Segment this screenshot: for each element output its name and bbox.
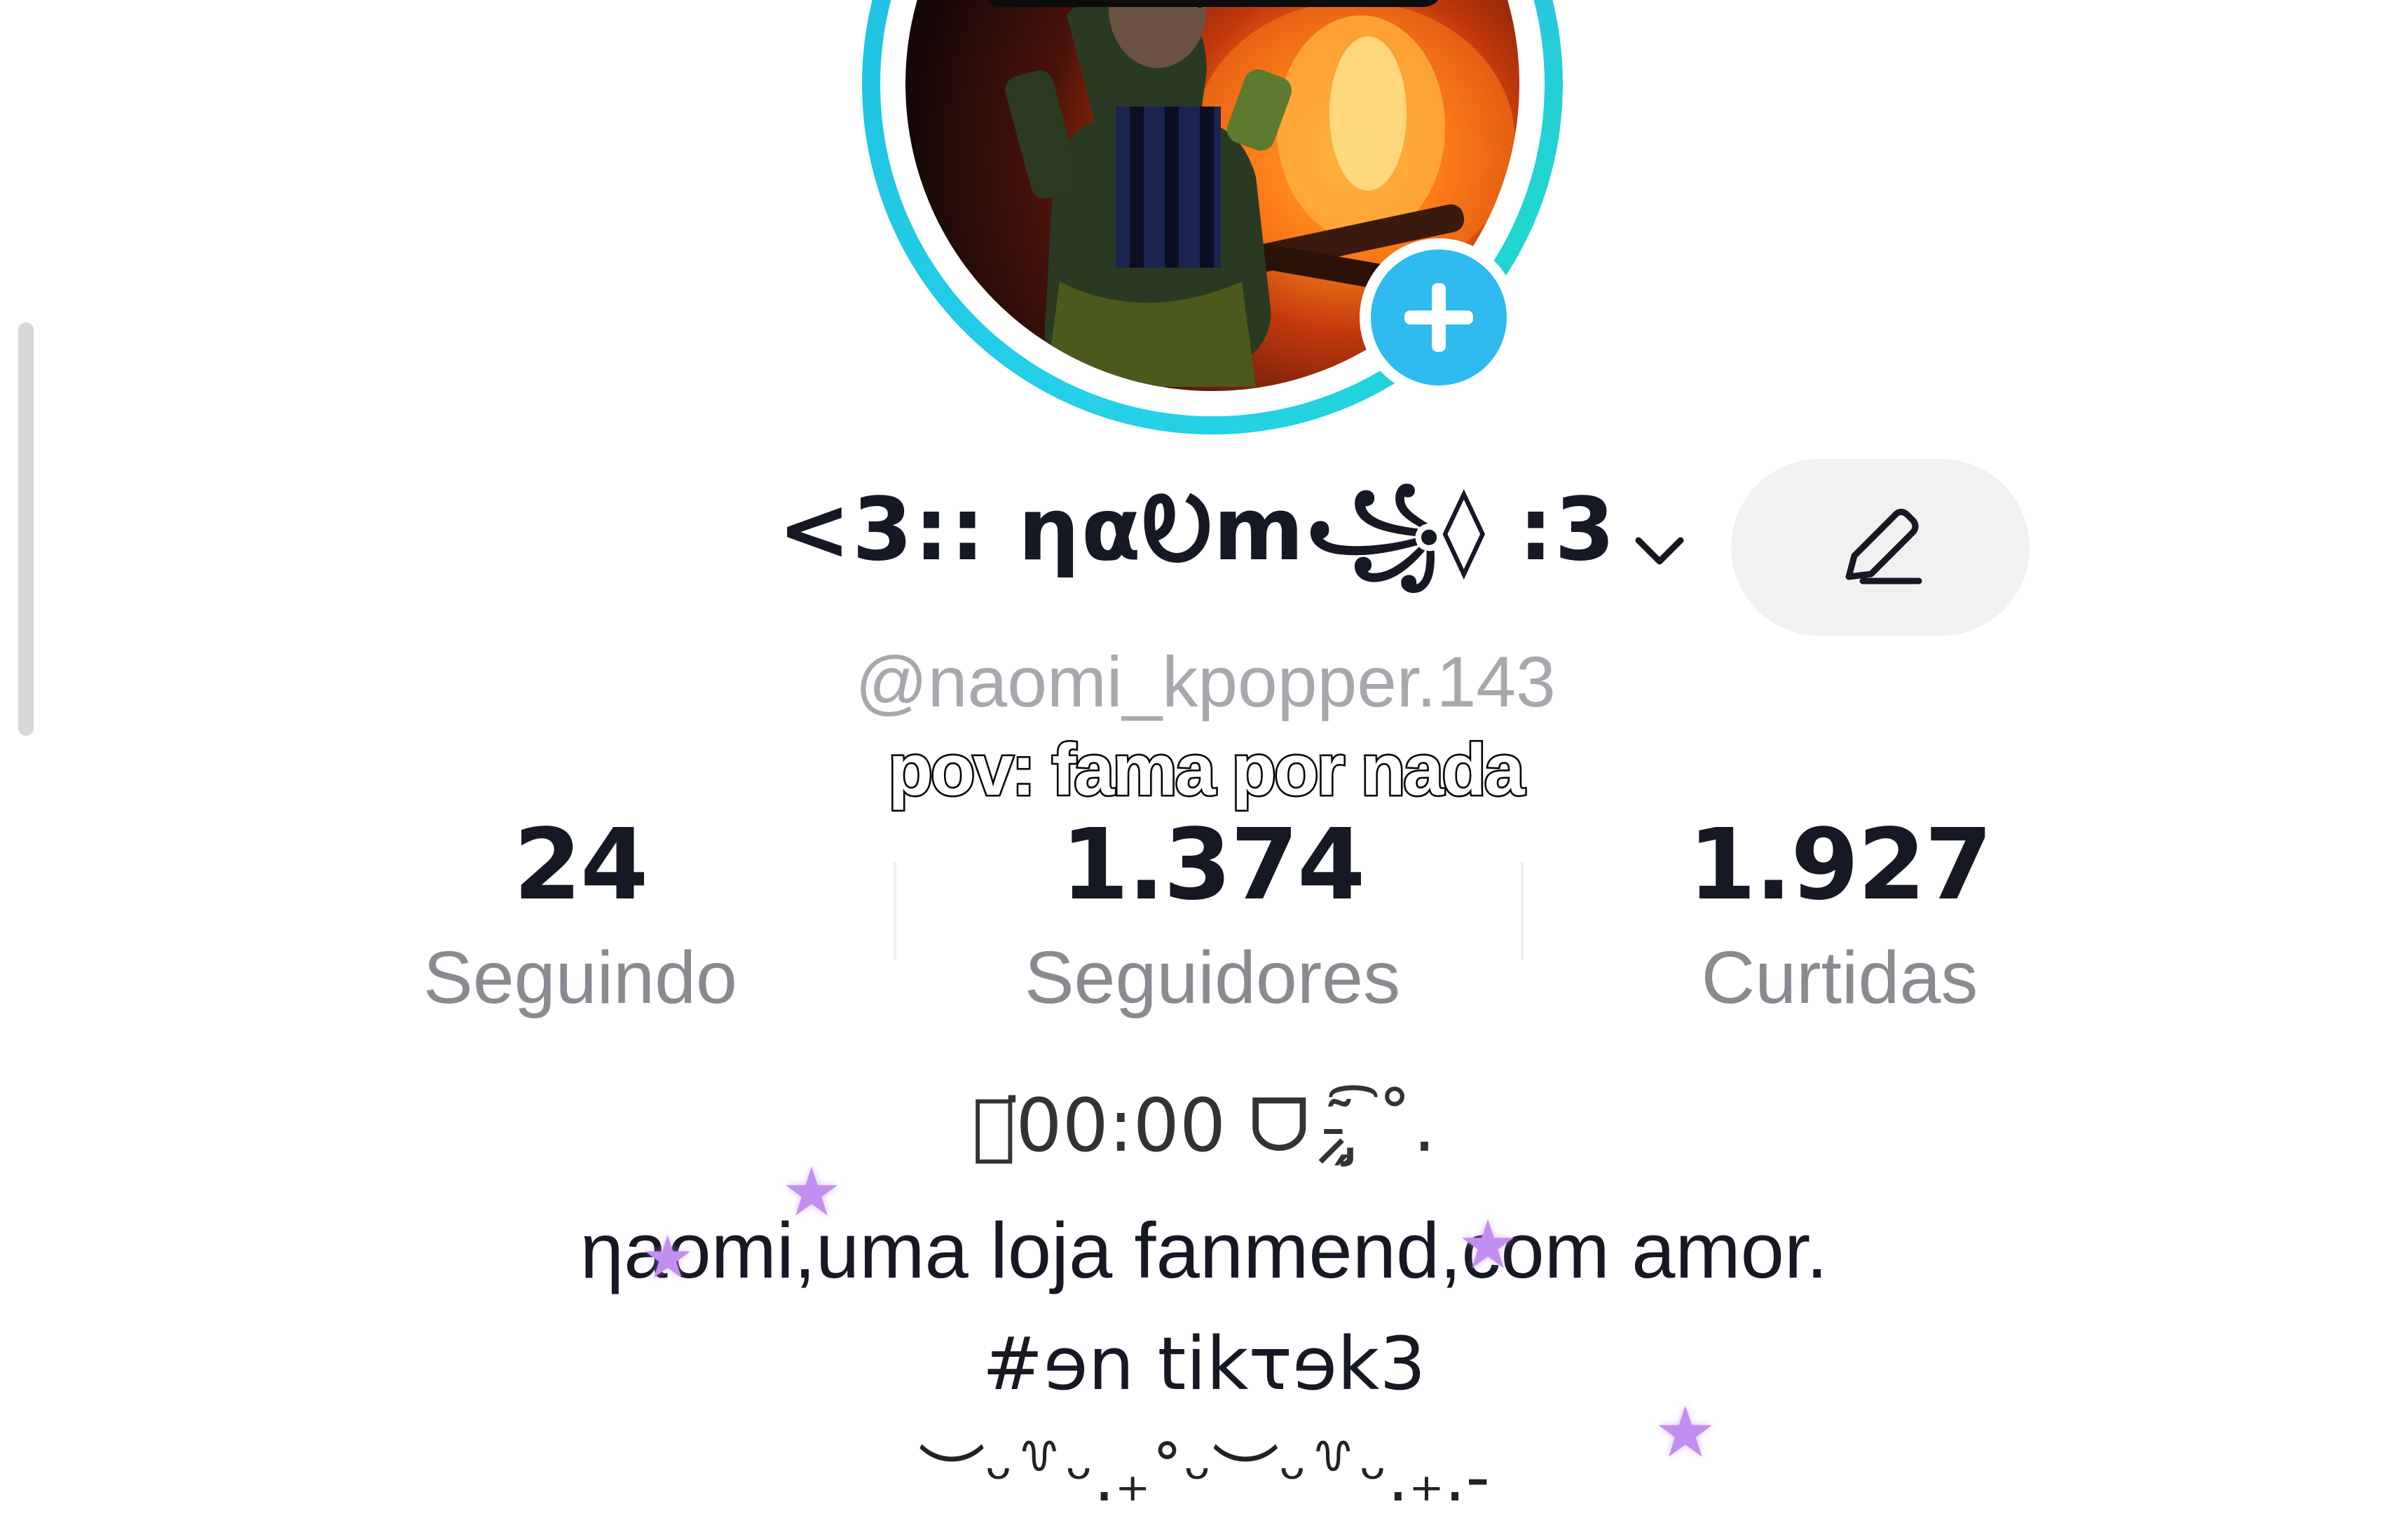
followers-stat[interactable]: 1.374 Seguidores (974, 806, 1451, 1030)
followers-label: Seguidores (1024, 936, 1401, 1019)
add-story-button[interactable] (1360, 238, 1518, 397)
likes-count: 1.927 (1688, 808, 1993, 922)
video-caption: pov: fama por nada (887, 728, 1526, 813)
likes-label: Curtidas (1701, 936, 1978, 1019)
bio-line: #ɘn tikτɘk3 (982, 1321, 1426, 1407)
likes-stat[interactable]: 1.927 Curtidas (1601, 806, 2078, 1030)
following-count: 24 (513, 808, 649, 922)
bio-line: ηaomi,uma loja fanmend,com amor. (580, 1207, 1828, 1294)
pencil-icon (1845, 508, 1922, 584)
username: @naomi_kpopper.143 (855, 642, 1556, 722)
display-name: <3:: ηαᎧm꧁◊ :3 (778, 479, 1617, 580)
star-icon: ★ (1654, 1391, 1717, 1473)
scroll-indicator[interactable] (18, 322, 34, 736)
stat-divider (894, 862, 896, 960)
bio-line: ︶ᵕ꒷ᵕ.₊˚ᵕ︶ᵕ꒷ᵕ.₊.- (917, 1438, 1491, 1517)
profile-avatar[interactable] (862, 0, 1577, 463)
bio-line: ศ͘00:00 ᗜ⸝̵̡̗͂͡ ˚. (971, 1083, 1437, 1168)
avatar-top-bar (981, 0, 1444, 7)
following-label: Seguindo (423, 936, 737, 1019)
stat-divider (1521, 862, 1524, 960)
star-icon: ★ (641, 1223, 695, 1292)
star-icon: ★ (781, 1153, 842, 1231)
following-stat[interactable]: 24 Seguindo (342, 806, 819, 1030)
chevron-down-icon[interactable] (1631, 522, 1688, 578)
star-icon: ★ (1458, 1205, 1519, 1284)
plus-icon (1371, 249, 1507, 385)
display-name-row[interactable]: <3:: ηαᎧm꧁◊ :3 (778, 479, 1688, 610)
edit-name-button[interactable] (1731, 459, 2030, 636)
followers-count: 1.374 (1060, 808, 1366, 922)
